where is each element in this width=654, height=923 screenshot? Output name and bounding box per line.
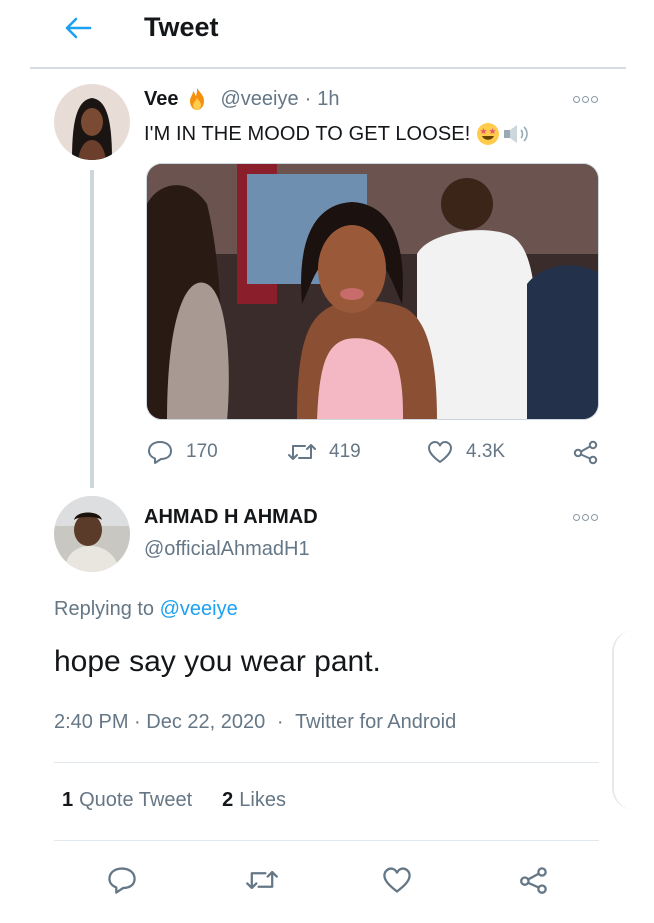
share-action[interactable]	[572, 439, 612, 465]
top-bar: Tweet	[0, 0, 654, 66]
tweet-text-content: I'M IN THE MOOD TO GET LOOSE!	[144, 122, 471, 145]
tweet-stats: 1 Quote Tweet 2 Likes	[62, 789, 286, 812]
reply-time: 2:40 PM	[54, 711, 129, 733]
stats-bottom-divider	[54, 840, 599, 841]
tweet-metadata: 2:40 PM · Dec 22, 2020 · Twitter for And…	[54, 711, 456, 734]
bottom-share-button[interactable]	[514, 862, 554, 898]
stats-top-divider	[54, 762, 599, 763]
reply-tweet-text: hope say you wear pant.	[54, 645, 381, 678]
heart-icon	[383, 867, 411, 893]
like-count: 4.3K	[466, 441, 506, 462]
heart-icon	[428, 441, 452, 463]
page-title: Tweet	[144, 12, 219, 42]
replying-to-line: Replying to @veeiye	[54, 598, 238, 621]
retweet-icon	[288, 444, 316, 460]
replying-to-link[interactable]: @veeiye	[160, 598, 238, 620]
tweet-text: I'M IN THE MOOD TO GET LOOSE!	[144, 122, 532, 146]
bottom-reply-button[interactable]	[102, 862, 142, 898]
tweet-time[interactable]: 1h	[317, 88, 339, 111]
author-name[interactable]: Vee	[144, 88, 178, 111]
retweet-icon	[246, 870, 278, 890]
tweet-author-row: Vee @veeiye · 1h	[144, 86, 340, 112]
meta-separator-2: ·	[276, 711, 284, 733]
likes-label: Likes	[239, 789, 286, 811]
right-edge-overlay	[612, 630, 652, 810]
like-action[interactable]: 4.3K	[426, 439, 505, 465]
star-struck-emoji-icon	[477, 123, 500, 145]
reply-date: Dec 22, 2020	[146, 711, 266, 733]
avatar-vee[interactable]	[54, 84, 130, 160]
more-options-icon[interactable]	[570, 92, 600, 106]
reply-icon	[148, 441, 172, 464]
reply-count: 170	[186, 441, 218, 462]
thread-connector-line	[90, 170, 94, 488]
header-divider	[30, 67, 626, 69]
quote-count: 1	[62, 789, 74, 811]
reply-more-options-icon[interactable]	[570, 510, 600, 524]
share-icon	[520, 867, 547, 894]
bottom-retweet-button[interactable]	[242, 862, 282, 898]
retweet-action[interactable]: 419	[287, 439, 361, 465]
speaker-emoji-icon	[504, 125, 529, 143]
back-arrow-icon[interactable]	[60, 12, 96, 44]
avatar-ahmad[interactable]	[54, 496, 130, 572]
likes-count: 2	[222, 789, 234, 811]
reply-action[interactable]: 170	[146, 439, 218, 465]
reply-icon	[108, 867, 136, 894]
quote-tweets-stat[interactable]: 1 Quote Tweet	[62, 789, 192, 812]
tweet-photo[interactable]	[146, 163, 599, 420]
share-icon	[573, 440, 598, 465]
replying-to-label: Replying to	[54, 598, 155, 620]
reply-author-handle[interactable]: @officialAhmadH1	[144, 538, 310, 561]
retweet-count: 419	[329, 441, 361, 462]
reply-author-name[interactable]: AHMAD H AHMAD	[144, 506, 318, 529]
fire-emoji-icon	[184, 86, 210, 112]
author-handle[interactable]: @veeiye	[220, 88, 298, 111]
quote-label: Quote Tweet	[79, 789, 193, 811]
bottom-like-button[interactable]	[377, 862, 417, 898]
likes-stat[interactable]: 2 Likes	[222, 789, 286, 812]
separator-dot: ·	[304, 87, 312, 110]
tweet-source-link[interactable]: Twitter for Android	[295, 711, 456, 733]
meta-separator-1: ·	[134, 711, 141, 733]
